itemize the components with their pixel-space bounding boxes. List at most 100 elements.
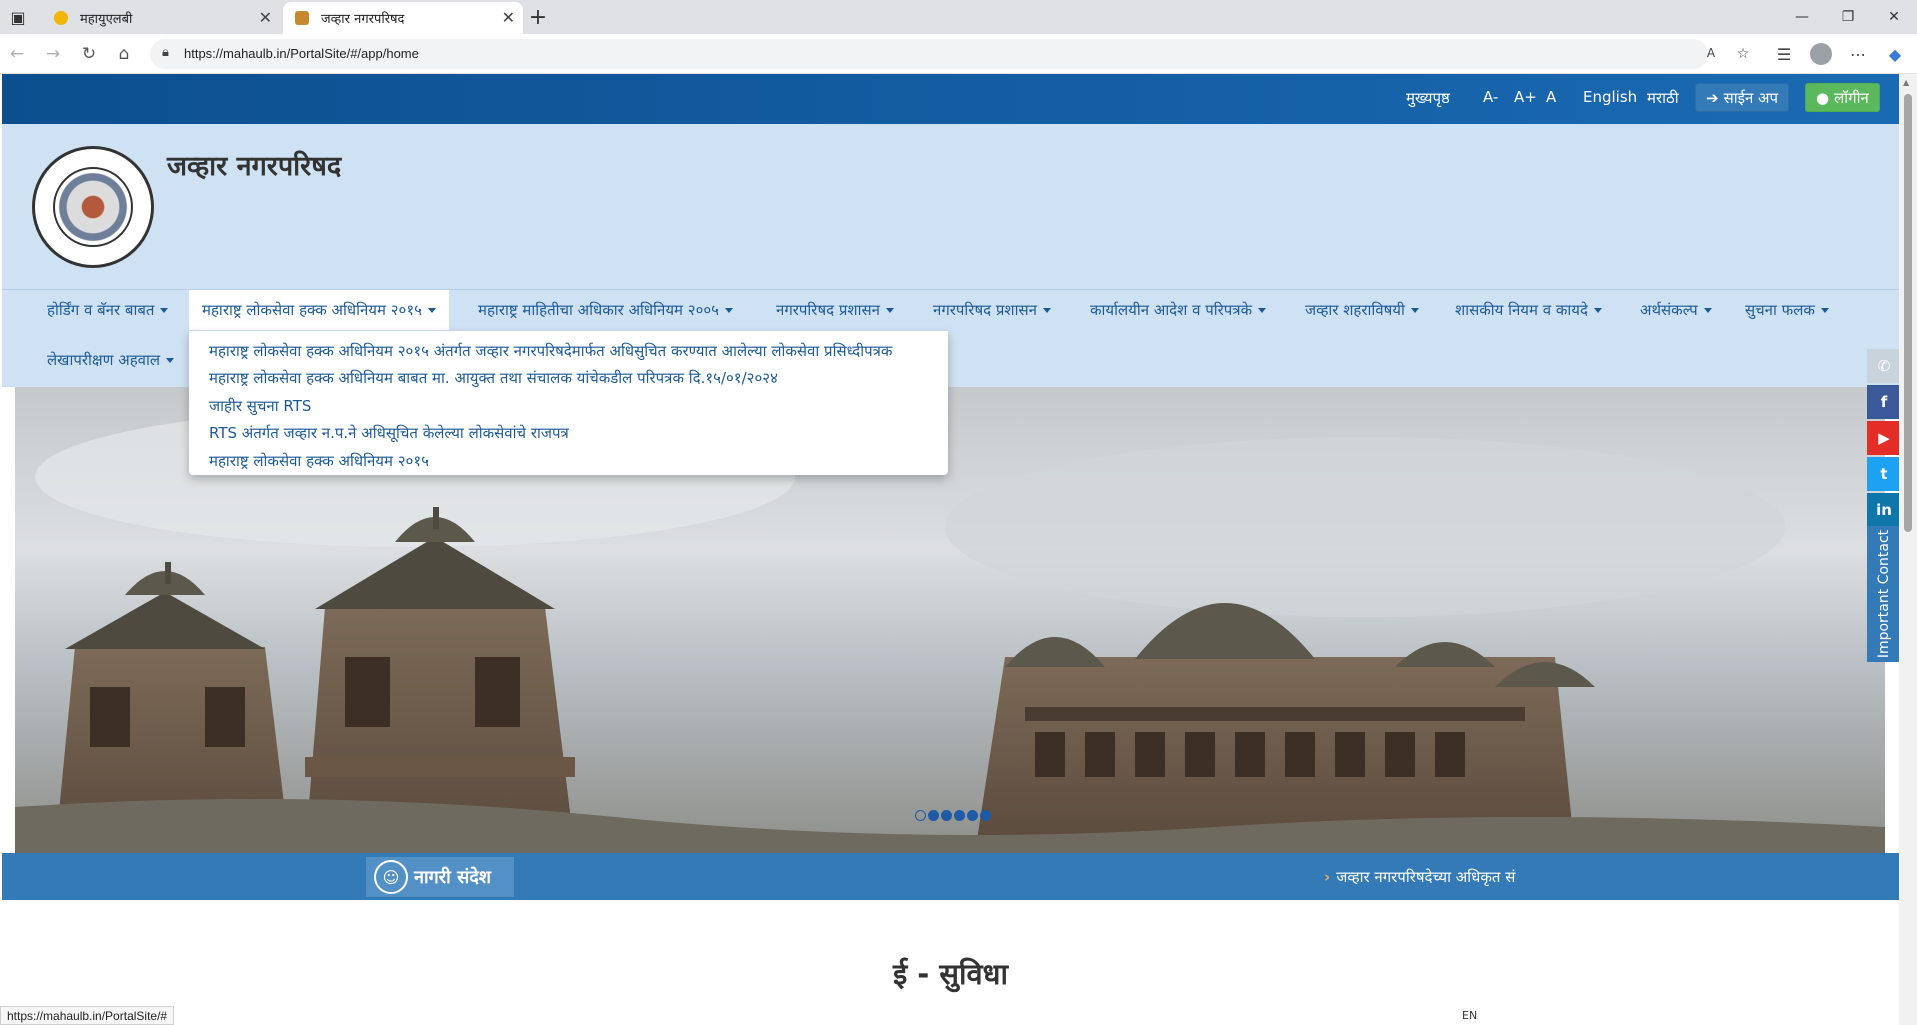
more-menu-icon[interactable]: ⋯ — [1845, 42, 1871, 66]
menu-label: महाराष्ट्र लोकसेवा हक्क अधिनियम २०१५ — [202, 301, 422, 319]
login-button[interactable]: ● लॉगीन — [1805, 83, 1880, 112]
menu-audit-report[interactable]: लेखापरीक्षण अहवाल — [34, 340, 187, 380]
page-scrollbar[interactable]: ▲ — [1899, 74, 1917, 1025]
dropdown-item[interactable]: महाराष्ट्र लोकसेवा हक्क अधिनियम २०१५ अंत… — [189, 337, 948, 365]
phone-icon[interactable]: ✆ — [1867, 349, 1899, 383]
caret-down-icon — [1593, 307, 1602, 313]
twitter-icon[interactable]: t — [1867, 457, 1899, 491]
caret-down-icon — [166, 357, 175, 363]
input-language-indicator: EN — [1462, 1009, 1478, 1022]
dropdown-item[interactable]: जाहीर सुचना RTS — [189, 392, 948, 420]
carousel-dot[interactable] — [915, 810, 926, 821]
notice-marquee[interactable]: › जव्हार नगरपरिषदेच्या अधिकृत सं — [1324, 867, 1554, 887]
home-icon[interactable]: ⌂ — [111, 41, 137, 67]
user-icon: ● — [1816, 88, 1830, 107]
address-bar[interactable]: 🔒︎ https://mahaulb.in/PortalSite/#/app/h… — [150, 39, 1749, 69]
lang-marathi-link[interactable]: मराठी — [1647, 88, 1679, 108]
favorites-icon[interactable]: ☰ — [1771, 42, 1797, 66]
menu-label: कार्यालयीन आदेश व परिपत्रके — [1090, 301, 1253, 319]
menu-label: शासकीय नियम व कायदे — [1455, 301, 1588, 319]
minimize-icon[interactable]: — — [1779, 2, 1825, 32]
home-link[interactable]: मुख्यपृष्ठ — [1406, 88, 1450, 108]
reload-icon[interactable]: ↻ — [76, 41, 102, 67]
menu-rti-act[interactable]: महाराष्ट्र माहितीचा अधिकार अधिनियम २००५ — [465, 290, 746, 330]
close-tab-icon[interactable]: ✕ — [502, 8, 515, 27]
forward-icon[interactable]: → — [40, 41, 66, 67]
restore-icon[interactable]: ❐ — [1825, 2, 1871, 32]
carousel-dot[interactable] — [980, 810, 991, 821]
important-contact-tab[interactable]: Important Contact — [1867, 526, 1899, 662]
menu-label: जव्हार शहराविषयी — [1305, 301, 1405, 319]
tab-title: महायुएलबी — [80, 12, 133, 27]
font-reset-button[interactable]: A — [1546, 88, 1556, 106]
lock-icon[interactable]: 🔒︎ — [162, 45, 169, 60]
menu-administration-2[interactable]: नगरपरिषद प्रशासन — [920, 290, 1064, 330]
close-tab-icon[interactable]: ✕ — [259, 8, 272, 27]
scrollbar-thumb[interactable] — [1904, 94, 1912, 532]
copilot-icon[interactable]: ◆ — [1882, 42, 1908, 66]
menu-notice-board[interactable]: सुचना फलक — [1732, 290, 1842, 330]
caret-down-icon — [427, 307, 436, 313]
rts-dropdown-menu: महाराष्ट्र लोकसेवा हक्क अधिनियम २०१५ अंत… — [189, 331, 948, 475]
tab-favicon-icon — [54, 11, 68, 25]
browser-tab-1[interactable]: महायुएलबी ✕ — [42, 2, 280, 34]
menu-label: नगरपरिषद प्रशासन — [776, 301, 880, 319]
menu-govt-rules[interactable]: शासकीय नियम व कायदे — [1442, 290, 1615, 330]
tab-actions-icon[interactable]: ▣ — [5, 4, 31, 30]
profile-icon[interactable] — [1808, 42, 1834, 66]
close-window-icon[interactable]: ✕ — [1871, 2, 1917, 32]
tab-title: जव्हार नगरपरिषद — [321, 12, 405, 27]
menu-hoarding-banner[interactable]: होर्डिंग व बॅनर बाबत — [34, 290, 181, 330]
menu-label: महाराष्ट्र माहितीचा अधिकार अधिनियम २००५ — [478, 301, 719, 319]
scroll-up-icon[interactable]: ▲ — [1903, 78, 1909, 87]
marquee-text: जव्हार नगरपरिषदेच्या अधिकृत सं — [1336, 868, 1516, 886]
site-header: जव्हार नगरपरिषद — [2, 124, 1899, 289]
font-decrease-button[interactable]: A- — [1483, 88, 1498, 106]
menu-about-city[interactable]: जव्हार शहराविषयी — [1292, 290, 1432, 330]
back-icon[interactable]: ← — [4, 41, 30, 67]
menu-rts-act[interactable]: महाराष्ट्र लोकसेवा हक्क अधिनियम २०१५ — [189, 290, 449, 330]
menu-label: होर्डिंग व बॅनर बाबत — [47, 301, 155, 319]
login-label: लॉगीन — [1834, 88, 1869, 107]
url-text[interactable]: https://mahaulb.in/PortalSite/#/app/home — [184, 46, 419, 61]
web-page: मुख्यपृष्ठ A- A+ A English मराठी ➔ साईन … — [2, 74, 1899, 1025]
tab-favicon-icon — [295, 11, 309, 25]
facebook-icon[interactable]: f — [1867, 385, 1899, 419]
lang-english-link[interactable]: English — [1583, 88, 1637, 106]
read-aloud-icon[interactable]: A — [1700, 46, 1722, 64]
menu-label: लेखापरीक्षण अहवाल — [47, 351, 161, 369]
carousel-dot[interactable] — [941, 810, 952, 821]
dropdown-item[interactable]: महाराष्ट्र लोकसेवा हक्क अधिनियम बाबत मा.… — [189, 365, 948, 393]
carousel-dot[interactable] — [954, 810, 965, 821]
e-services-heading: ई - सुविधा — [892, 957, 1009, 991]
dropdown-item[interactable]: महाराष्ट्र लोकसेवा हक्क अधिनियम २०१५ — [189, 447, 948, 475]
browser-toolbar: ← → ↻ ⌂ 🔒︎ https://mahaulb.in/PortalSite… — [0, 34, 1917, 74]
favorite-star-icon[interactable]: ☆ — [1732, 46, 1754, 64]
new-tab-icon[interactable]: + — [524, 3, 552, 31]
browser-tab-bar: ▣ महायुएलबी ✕ जव्हार नगरपरिषद ✕ + — ❐ ✕ — [0, 0, 1917, 34]
dropdown-item[interactable]: RTS अंतर्गत जव्हार न.प.ने अधिसूचित केलेल… — [189, 420, 948, 448]
youtube-icon[interactable]: ▶ — [1867, 421, 1899, 455]
signup-button[interactable]: ➔ साईन अप — [1695, 83, 1790, 112]
notice-label-text: नागरी संदेश — [414, 867, 492, 888]
browser-tab-2[interactable]: जव्हार नगरपरिषद ✕ — [283, 2, 523, 34]
notice-label: ☺ नागरी संदेश — [366, 857, 514, 897]
linkedin-icon[interactable]: in — [1867, 493, 1899, 527]
signup-label: साईन अप — [1723, 88, 1779, 107]
menu-administration-1[interactable]: नगरपरिषद प्रशासन — [763, 290, 907, 330]
site-title: जव्हार नगरपरिषद — [167, 151, 342, 182]
important-contact-label: Important Contact — [1876, 529, 1893, 659]
top-utility-bar: मुख्यपृष्ठ A- A+ A English मराठी ➔ साईन … — [2, 74, 1899, 124]
status-url: https://mahaulb.in/PortalSite/# — [0, 1006, 175, 1025]
caret-down-icon — [1820, 307, 1829, 313]
menu-office-orders[interactable]: कार्यालयीन आदेश व परिपत्रके — [1077, 290, 1279, 330]
carousel-dot[interactable] — [967, 810, 978, 821]
menu-budget[interactable]: अर्थसंकल्प — [1627, 290, 1725, 330]
signin-arrow-icon: ➔ — [1706, 88, 1719, 107]
citizen-notice-bar: ☺ नागरी संदेश › जव्हार नगरपरिषदेच्या अधिक… — [2, 853, 1899, 900]
municipal-logo[interactable] — [32, 146, 154, 268]
font-increase-button[interactable]: A+ — [1514, 88, 1537, 106]
carousel-dot[interactable] — [928, 810, 939, 821]
people-icon: ☺ — [374, 860, 408, 894]
menu-label: अर्थसंकल्प — [1640, 301, 1698, 319]
